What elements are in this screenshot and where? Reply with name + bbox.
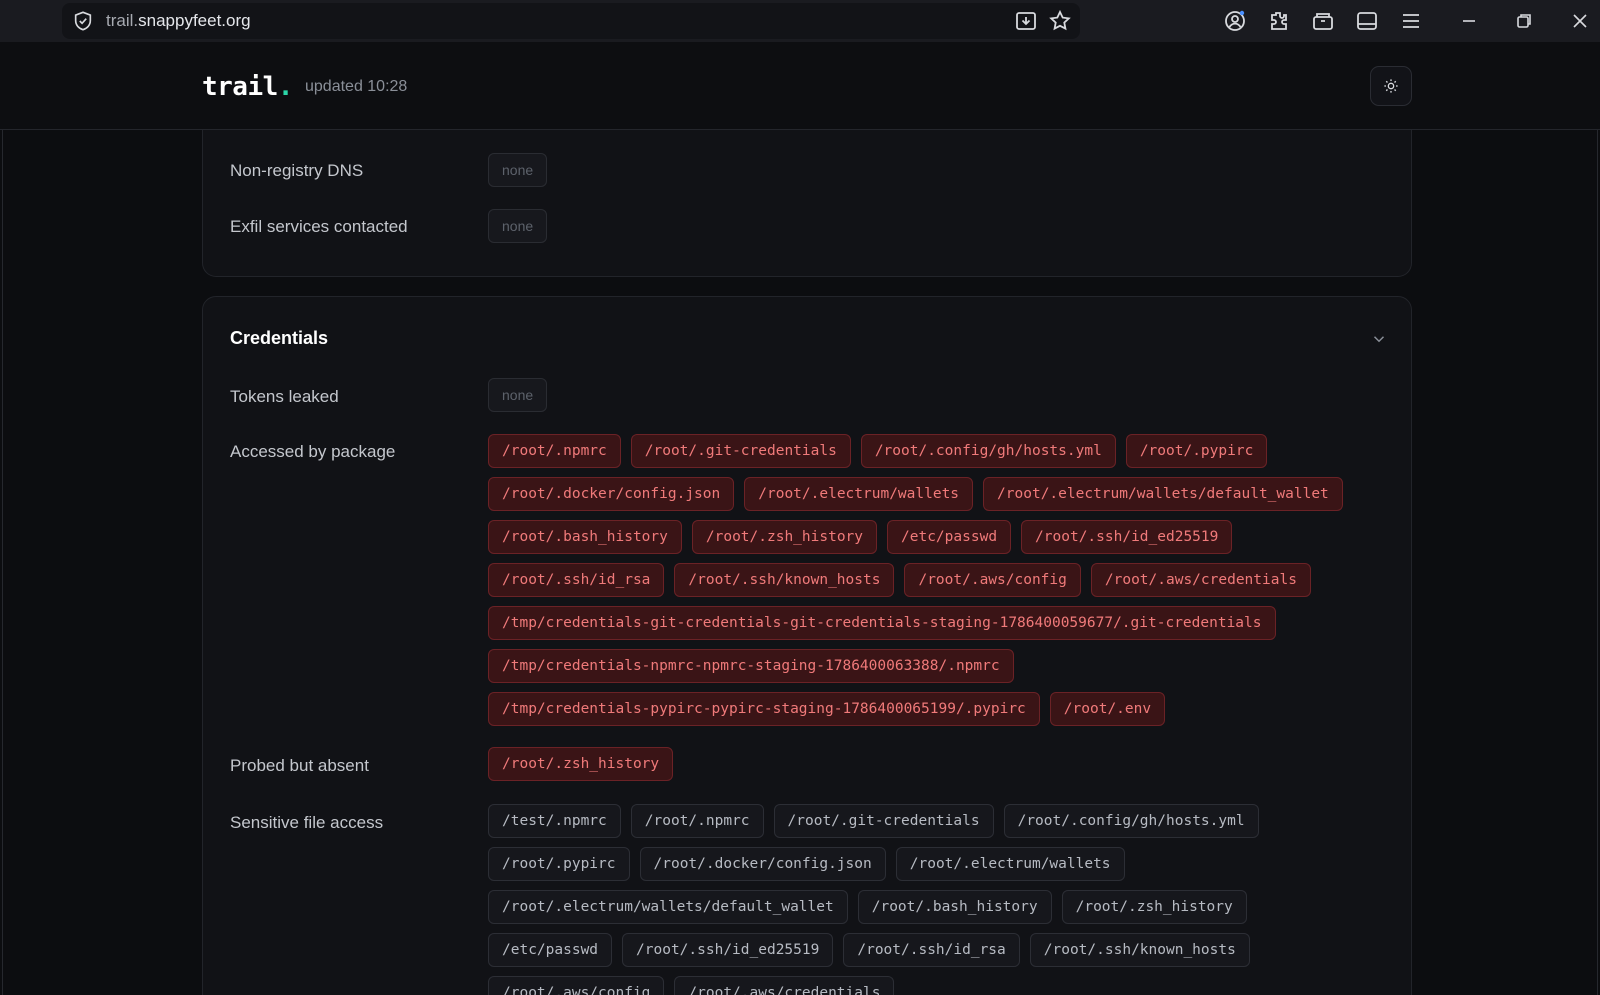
file-path-chip: /tmp/credentials-npmrc-npmrc-staging-178…	[488, 649, 1014, 683]
file-path-chip: /root/.bash_history	[857, 890, 1052, 924]
minimize-icon[interactable]	[1456, 8, 1482, 34]
row-label-exfil-services: Exfil services contacted	[230, 217, 408, 236]
restore-icon[interactable]	[1511, 8, 1537, 34]
file-path-chip: /root/.aws/config	[904, 563, 1081, 597]
sidebar-icon[interactable]	[1354, 8, 1380, 34]
file-path-chip: /root/.bash_history	[488, 520, 682, 554]
section-title-credentials: Credentials	[230, 328, 329, 348]
file-path-chip: /root/.config/gh/hosts.yml	[860, 434, 1116, 468]
container-icon[interactable]	[1310, 8, 1336, 34]
file-path-chip: /root/.git-credentials	[630, 434, 851, 468]
menu-icon[interactable]	[1398, 8, 1424, 34]
none-badge: none	[488, 153, 548, 187]
file-path-chip: /root/.ssh/id_ed25519	[1021, 520, 1233, 554]
file-path-chip: /root/.ssh/id_rsa	[843, 933, 1020, 967]
file-path-chip: /root/.ssh/id_rsa	[488, 563, 665, 597]
file-path-chip: /root/.docker/config.json	[639, 847, 886, 881]
row-label-tokens-leaked: Tokens leaked	[230, 387, 339, 406]
file-path-chip: /test/.npmrc	[488, 804, 621, 838]
sun-icon	[1384, 79, 1398, 93]
file-path-chip: /root/.ssh/known_hosts	[1029, 933, 1250, 967]
theme-toggle-button[interactable]	[1370, 66, 1412, 106]
account-icon[interactable]	[1222, 8, 1248, 34]
file-path-chip: /root/.electrum/wallets	[744, 477, 974, 511]
file-path-chip: /root/.aws/config	[488, 976, 665, 995]
file-path-chip: /root/.aws/credentials	[1090, 563, 1311, 597]
file-path-chip: /root/.zsh_history	[691, 520, 878, 554]
file-path-chip: /root/.electrum/wallets/default_wallet	[983, 477, 1343, 511]
file-path-chip: /root/.zsh_history	[488, 747, 674, 781]
file-path-chip: /root/.env	[1049, 692, 1166, 726]
logo[interactable]: trail.	[202, 70, 293, 104]
file-path-chip: /root/.docker/config.json	[488, 477, 735, 511]
file-path-chip: /root/.pypirc	[1125, 434, 1268, 468]
file-path-chip: /tmp/credentials-pypirc-pypirc-staging-1…	[488, 692, 1040, 726]
tokens-leaked-values: none	[488, 378, 1388, 412]
url-text[interactable]: trail.snappyfeet.org	[106, 10, 251, 32]
file-path-chip: /root/.ssh/id_ed25519	[622, 933, 834, 967]
none-badge: none	[488, 209, 548, 243]
row-label-sensitive-file-access: Sensitive file access	[230, 813, 384, 832]
browser-toolbar: trail.snappyfeet.org	[0, 0, 1600, 42]
file-path-chip: /root/.pypirc	[488, 847, 630, 881]
probed-but-absent-chips: /root/.zsh_history	[488, 747, 1388, 781]
extensions-icon[interactable]	[1266, 8, 1292, 34]
row-label-probed-but-absent: Probed but absent	[230, 756, 369, 775]
none-badge: none	[488, 378, 548, 412]
updated-timestamp: updated 10:28	[305, 78, 408, 95]
file-path-chip: /root/.ssh/known_hosts	[674, 563, 895, 597]
row-label-non-registry-dns: Non-registry DNS	[230, 161, 364, 180]
exfil-services-values: none	[488, 209, 1388, 243]
download-icon[interactable]	[1013, 8, 1039, 34]
file-path-chip: /root/.electrum/wallets/default_wallet	[488, 890, 848, 924]
chevron-down-icon[interactable]	[1370, 330, 1388, 348]
star-icon[interactable]	[1047, 8, 1073, 34]
file-path-chip: /tmp/credentials-git-credentials-git-cre…	[488, 606, 1276, 640]
file-path-chip: /root/.config/gh/hosts.yml	[1003, 804, 1259, 838]
file-path-chip: /root/.zsh_history	[1061, 890, 1247, 924]
file-path-chip: /etc/passwd	[887, 520, 1012, 554]
file-path-chip: /root/.git-credentials	[773, 804, 994, 838]
file-path-chip: /etc/passwd	[488, 933, 613, 967]
row-label-accessed-by-package: Accessed by package	[230, 442, 396, 461]
file-path-chip: /root/.aws/credentials	[674, 976, 895, 995]
file-path-chip: /root/.npmrc	[630, 804, 764, 838]
file-path-chip: /root/.electrum/wallets	[895, 847, 1125, 881]
sensitive-file-access-chips: /test/.npmrc/root/.npmrc/root/.git-crede…	[488, 804, 1288, 995]
non-registry-dns-values: none	[488, 153, 1388, 187]
network-card	[202, 110, 1412, 277]
file-path-chip: /root/.npmrc	[488, 434, 621, 468]
close-icon[interactable]	[1567, 8, 1593, 34]
shield-icon[interactable]	[72, 10, 94, 32]
accessed-by-package-chips: /root/.npmrc/root/.git-credentials/root/…	[488, 434, 1383, 726]
